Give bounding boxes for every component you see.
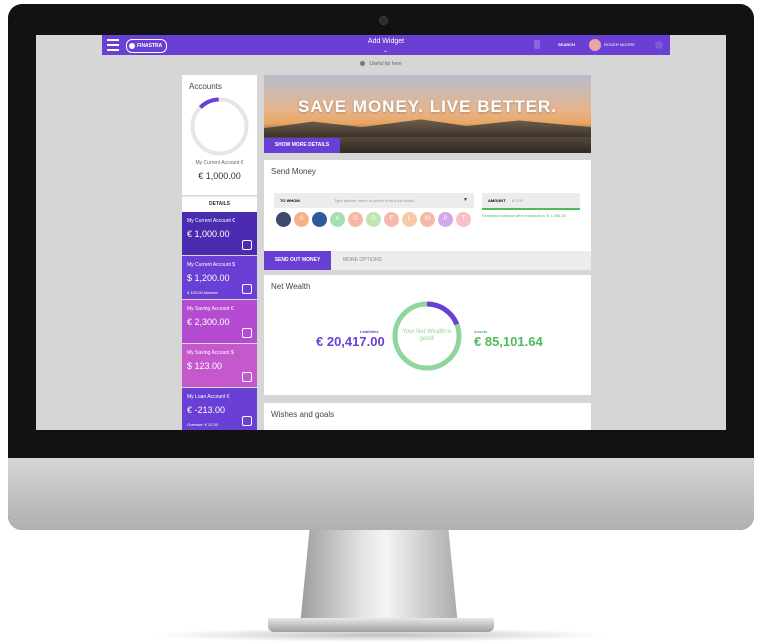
camera [379, 16, 388, 25]
top-bar: FINASTRA Add Widget ⌄ SEARCH ROGER MOORE [102, 35, 670, 55]
accounts-header: Accounts My Current Account € € 1,000.00 [182, 75, 257, 195]
to-whom-select[interactable]: TO WHOM Type partner name or select from… [274, 193, 474, 208]
screen: FINASTRA Add Widget ⌄ SEARCH ROGER MOORE… [36, 35, 726, 430]
avatar[interactable] [589, 39, 601, 51]
tip-bar: Useful tip here [36, 61, 726, 67]
to-whom-placeholder: Type partner name or select from a list … [334, 198, 417, 203]
account-amount: $ 1,200.00 [187, 273, 230, 283]
settings-icon[interactable] [655, 41, 663, 49]
more-options-button[interactable]: MORE OPTIONS [331, 251, 591, 270]
transfer-icon[interactable] [242, 372, 252, 382]
contact-avatar[interactable]: A [294, 212, 309, 227]
info-icon [360, 61, 366, 67]
details-button[interactable]: DETAILS [182, 196, 257, 212]
account-amount: € 1,000.00 [187, 229, 230, 239]
tip-text: Useful tip here [369, 61, 402, 67]
contact-avatar[interactable]: T [456, 212, 471, 227]
current-account-value: € 1,000.00 [198, 171, 241, 181]
assets-value: € 85,101.64 [474, 334, 543, 349]
user-name[interactable]: ROGER MOORE [604, 42, 635, 47]
contact-avatar[interactable]: M [420, 212, 435, 227]
send-money-title: Send Money [271, 167, 316, 176]
current-account-label: My Current Account € [195, 160, 244, 166]
wishes-title: Wishes and goals [271, 410, 335, 419]
monitor-stand [300, 530, 458, 626]
contact-avatar[interactable] [276, 212, 291, 227]
amount-label: AMOUNT [488, 198, 506, 203]
account-card[interactable]: My Saving Account $ $ 123.00 [182, 344, 257, 387]
chevron-down-icon[interactable]: ⌄ [383, 47, 388, 54]
show-more-details-button[interactable]: SHOW MORE DETAILS [264, 138, 340, 153]
account-name: My Loan Account € [187, 394, 230, 400]
transfer-icon[interactable] [242, 240, 252, 250]
liabilities-value: € 20,417.00 [316, 334, 385, 349]
search-button[interactable]: SEARCH [558, 42, 575, 47]
notification-icon[interactable] [534, 40, 540, 49]
account-card[interactable]: My Current Account $ $ 1,200.00 $ 100.00 b… [182, 256, 257, 299]
hero-banner: SAVE MONEY. LIVE BETTER. SHOW MORE DETAI… [264, 75, 591, 153]
amount-value: € 0.00 [512, 198, 524, 203]
transfer-icon[interactable] [242, 416, 252, 426]
to-whom-label: TO WHOM [280, 198, 300, 203]
contact-avatar[interactable]: D [366, 212, 381, 227]
account-gauge [190, 97, 249, 156]
transfer-icon[interactable] [242, 284, 252, 294]
add-widget-title[interactable]: Add Widget [102, 38, 670, 45]
gauge-arc [190, 97, 249, 156]
monitor-chin [8, 458, 754, 530]
send-out-money-button[interactable]: SEND OUT MONEY [264, 251, 331, 270]
account-card[interactable]: My Current Account € € 1,000.00 [182, 212, 257, 255]
account-amount: $ 123.00 [187, 361, 223, 371]
estimated-balance: Estimated balance after transaction: € 1… [482, 213, 566, 218]
send-money-card: Send Money TO WHOM Type partner name or … [264, 160, 591, 270]
account-name: My Current Account € [187, 218, 236, 224]
amount-input[interactable]: AMOUNT € 0.00 [482, 193, 580, 210]
contact-avatar[interactable]: F [384, 212, 399, 227]
transfer-icon[interactable] [242, 328, 252, 338]
contact-avatar[interactable]: P [438, 212, 453, 227]
contact-avatar[interactable]: A [330, 212, 345, 227]
net-wealth-card: Net Wealth Liabilities € 20,417.00 Your … [264, 275, 591, 395]
wishes-card: Wishes and goals [264, 403, 591, 430]
landscape-image [264, 119, 591, 137]
account-card[interactable]: My Loan Account € € -213.00 Overdue: € 32.… [182, 388, 257, 430]
contact-avatar[interactable]: L [402, 212, 417, 227]
account-note: $ 100.00 blocked [187, 290, 218, 295]
account-name: My Current Account $ [187, 262, 236, 268]
contact-avatar[interactable]: D [348, 212, 363, 227]
monitor-base [268, 618, 494, 632]
account-card[interactable]: My Saving Account € € 2,300.00 [182, 300, 257, 343]
contact-avatar[interactable] [312, 212, 327, 227]
net-wealth-title: Net Wealth [271, 282, 311, 291]
account-note: Overdue: € 32.00 [187, 422, 218, 427]
account-name: My Saving Account € [187, 306, 234, 312]
account-amount: € 2,300.00 [187, 317, 230, 327]
account-amount: € -213.00 [187, 405, 226, 415]
net-wealth-status: Your Net Wealth is good! [402, 329, 452, 342]
accounts-title: Accounts [189, 82, 222, 91]
account-name: My Saving Account $ [187, 350, 234, 356]
hero-text: SAVE MONEY. LIVE BETTER. [298, 97, 557, 116]
dropdown-arrow-icon[interactable]: ▼ [463, 197, 468, 203]
accounts-panel: Accounts My Current Account € € 1,000.00… [182, 75, 257, 430]
